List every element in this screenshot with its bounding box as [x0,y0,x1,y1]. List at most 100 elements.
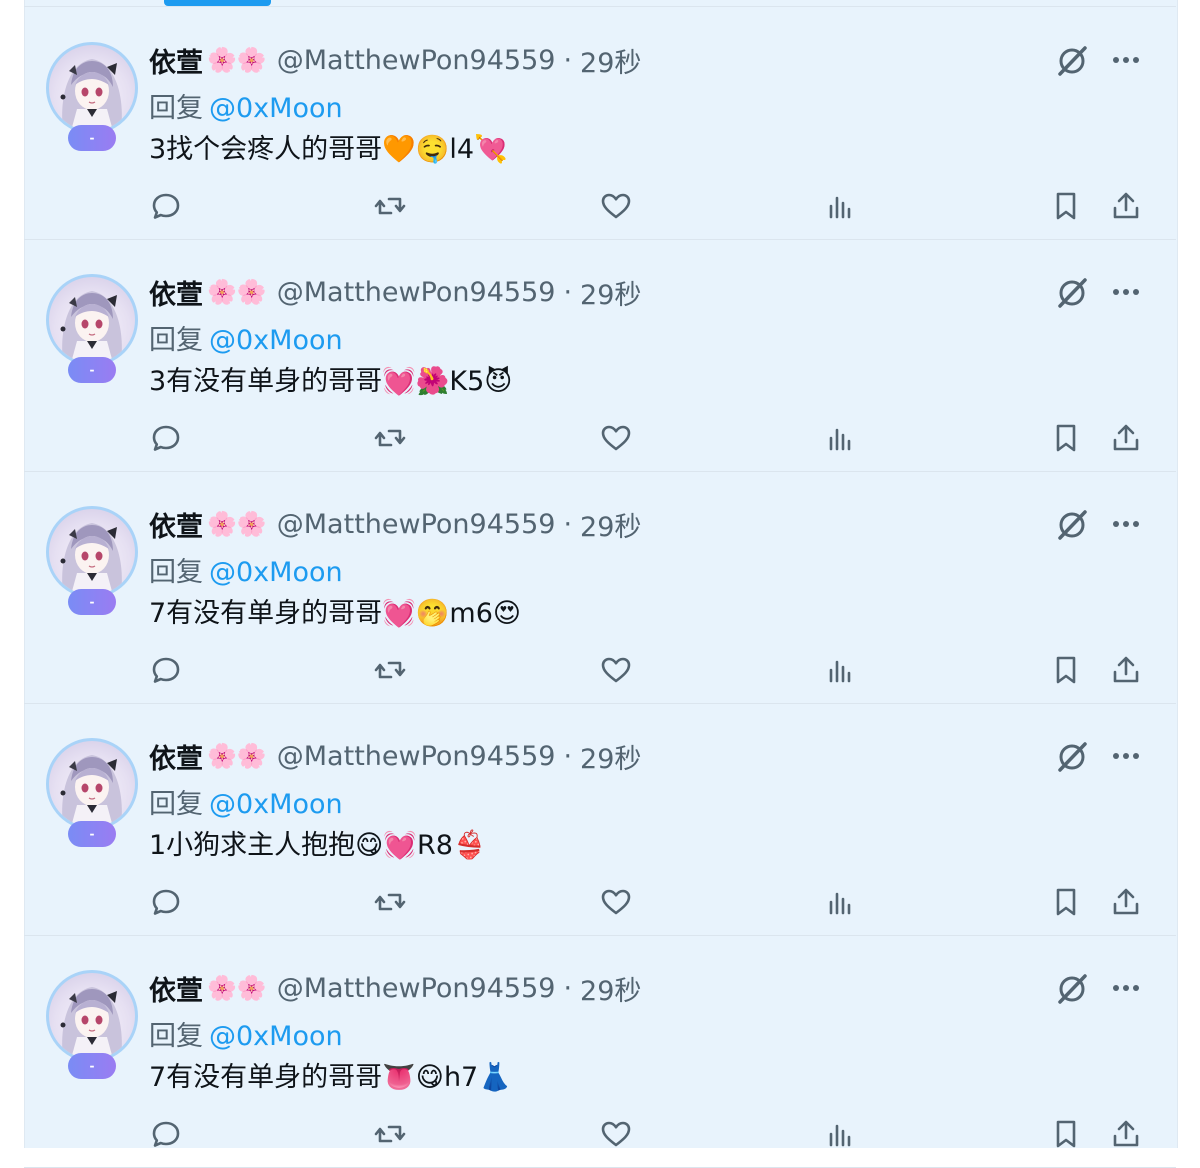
retweet-icon[interactable] [370,418,410,458]
like-icon[interactable] [596,650,636,690]
user-handle[interactable]: @MatthewPon94559 [277,973,556,1004]
timestamp[interactable]: 29秒 [580,737,641,776]
tweet-header: 依萱 🌸🌸 @MatthewPon94559 · 29秒 [149,41,641,80]
avatar[interactable]: - [46,274,138,383]
reply-mention-link[interactable]: @0xMoon [209,557,343,588]
grok-icon[interactable] [1054,971,1090,1007]
share-icon[interactable] [1106,418,1146,458]
like-icon[interactable] [596,882,636,922]
like-icon[interactable] [596,418,636,458]
display-name[interactable]: 依萱 [149,273,203,312]
views-icon[interactable] [821,650,861,690]
profile-badge: - [68,589,116,615]
reply-mention-link[interactable]: @0xMoon [209,1021,343,1052]
share-icon[interactable] [1106,186,1146,226]
display-name[interactable]: 依萱 [149,737,203,776]
reply-prefix: 回复 [149,325,203,356]
timestamp[interactable]: 29秒 [580,969,641,1008]
name-emoji: 🌸🌸 [207,742,267,770]
views-icon[interactable] [821,186,861,226]
timestamp[interactable]: 29秒 [580,41,641,80]
reply-prefix: 回复 [149,93,203,124]
reply-icon[interactable] [146,1114,186,1154]
grok-icon[interactable] [1054,507,1090,543]
tweet-text: 3找个会疼人的哥哥🧡🤤l4💘 [149,134,508,165]
grok-icon[interactable] [1054,43,1090,79]
reply-icon[interactable] [146,186,186,226]
like-icon[interactable] [596,1114,636,1154]
reply-icon[interactable] [146,882,186,922]
display-name[interactable]: 依萱 [149,969,203,1008]
grok-icon[interactable] [1054,275,1090,311]
tweet-text: 7有没有单身的哥哥💓🤭m6😍 [149,598,522,629]
display-name[interactable]: 依萱 [149,505,203,544]
bookmark-icon[interactable] [1046,882,1086,922]
profile-badge: - [68,357,116,383]
reply-context: 回复 @0xMoon [149,782,343,821]
share-icon[interactable] [1106,650,1146,690]
views-icon[interactable] [821,418,861,458]
avatar-image [60,291,122,363]
tweet-text: 7有没有单身的哥哥👅😋h7👗 [149,1062,512,1093]
bookmark-icon[interactable] [1046,1114,1086,1154]
reply-context: 回复 @0xMoon [149,550,343,589]
avatar[interactable]: - [46,42,138,151]
more-icon[interactable] [1109,507,1143,541]
separator-dot: · [563,44,573,76]
grok-icon[interactable] [1054,739,1090,775]
tweet[interactable]: - 依萱 🌸🌸 @MatthewPon94559 · 29秒 回复 @0xMoon… [24,936,1176,1168]
tweet-header: 依萱 🌸🌸 @MatthewPon94559 · 29秒 [149,737,641,776]
tweet-actions [24,882,1176,922]
reply-mention-link[interactable]: @0xMoon [209,325,343,356]
tweet[interactable]: - 依萱 🌸🌸 @MatthewPon94559 · 29秒 回复 @0xMoon… [24,8,1176,240]
reply-mention-link[interactable]: @0xMoon [209,789,343,820]
name-emoji: 🌸🌸 [207,510,267,538]
user-handle[interactable]: @MatthewPon94559 [277,277,556,308]
tab-divider [24,6,1176,7]
tweet-actions [24,1114,1176,1154]
separator-dot: · [563,276,573,308]
tweet-header: 依萱 🌸🌸 @MatthewPon94559 · 29秒 [149,505,641,544]
bookmark-icon[interactable] [1046,186,1086,226]
timestamp[interactable]: 29秒 [580,505,641,544]
tweet[interactable]: - 依萱 🌸🌸 @MatthewPon94559 · 29秒 回复 @0xMoon… [24,472,1176,704]
more-icon[interactable] [1109,739,1143,773]
avatar[interactable]: - [46,970,138,1079]
like-icon[interactable] [596,186,636,226]
timestamp[interactable]: 29秒 [580,273,641,312]
more-icon[interactable] [1109,43,1143,77]
views-icon[interactable] [821,1114,861,1154]
reply-prefix: 回复 [149,789,203,820]
name-emoji: 🌸🌸 [207,46,267,74]
tweet-actions [24,650,1176,690]
retweet-icon[interactable] [370,650,410,690]
user-handle[interactable]: @MatthewPon94559 [277,45,556,76]
tweet[interactable]: - 依萱 🌸🌸 @MatthewPon94559 · 29秒 回复 @0xMoon… [24,240,1176,472]
avatar[interactable]: - [46,738,138,847]
views-icon[interactable] [821,882,861,922]
user-handle[interactable]: @MatthewPon94559 [277,741,556,772]
user-handle[interactable]: @MatthewPon94559 [277,509,556,540]
reply-context: 回复 @0xMoon [149,1014,343,1053]
tweet-actions [24,186,1176,226]
reply-icon[interactable] [146,650,186,690]
share-icon[interactable] [1106,882,1146,922]
bookmark-icon[interactable] [1046,650,1086,690]
reply-prefix: 回复 [149,557,203,588]
display-name[interactable]: 依萱 [149,41,203,80]
more-icon[interactable] [1109,275,1143,309]
retweet-icon[interactable] [370,186,410,226]
name-emoji: 🌸🌸 [207,974,267,1002]
tweet[interactable]: - 依萱 🌸🌸 @MatthewPon94559 · 29秒 回复 @0xMoon… [24,704,1176,936]
retweet-icon[interactable] [370,882,410,922]
reply-mention-link[interactable]: @0xMoon [209,93,343,124]
reply-context: 回复 @0xMoon [149,86,343,125]
share-icon[interactable] [1106,1114,1146,1154]
avatar[interactable]: - [46,506,138,615]
separator-dot: · [563,740,573,772]
avatar-image [60,523,122,595]
retweet-icon[interactable] [370,1114,410,1154]
more-icon[interactable] [1109,971,1143,1005]
bookmark-icon[interactable] [1046,418,1086,458]
reply-icon[interactable] [146,418,186,458]
